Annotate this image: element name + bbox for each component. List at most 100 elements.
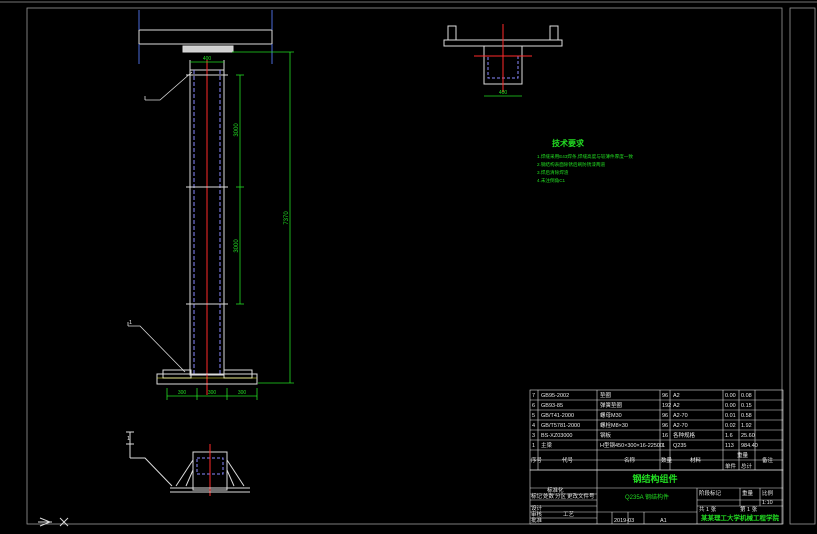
bom-row-3-no: 3 — [532, 433, 535, 439]
row-label-change: 更改文件号 — [567, 492, 595, 500]
bom-header-code: 代号 — [562, 456, 574, 464]
dim-section-width: 400 — [499, 90, 508, 96]
bom-row-4-name: 螺栓M8×30 — [600, 421, 628, 429]
bom-row-4-unit: 0.02 — [725, 423, 736, 429]
cad-drawing-canvas[interactable]: 3000 3000 7370 400 300 300 300 1 400 技术要… — [0, 0, 817, 534]
bom-row-4-code: GB/T5781-2000 — [541, 423, 580, 429]
bom-row-7-qty: 96 — [662, 393, 668, 399]
bom-row-1-code: 主梁 — [541, 441, 553, 449]
scale-label: 比例 — [762, 489, 774, 497]
tech-req-line-3: 3.焊后清除焊渣 — [537, 169, 569, 176]
bom-row-3-code: BS-XZ03000 — [541, 433, 573, 439]
bom-row-1-no: 1 — [532, 443, 535, 449]
part-name: 钢结构组件 — [632, 473, 677, 484]
scale-value: 1:10 — [762, 500, 773, 506]
bom-header-no: 序号 — [531, 456, 543, 464]
bom-row-7-name: 垫圈 — [600, 391, 612, 399]
sheet-number: 第 1 张 — [740, 505, 758, 513]
front-view[interactable]: 3000 3000 7370 400 300 300 300 1 — [127, 10, 294, 400]
bom-row-3-material: 各种规格 — [673, 431, 696, 439]
drawing-date: 2019-03 — [614, 518, 634, 524]
bom-row-5-qty: 96 — [662, 413, 668, 419]
school-name: 某某理工大学机械工程学院 — [701, 513, 780, 522]
bom-row-6-total: 0.15 — [741, 403, 752, 409]
bom-row-5-no: 5 — [532, 413, 535, 419]
dim-base-mid: 300 — [208, 390, 217, 396]
technical-requirements: 技术要求 1.焊缝采用E43焊条,焊缝高度与较薄件厚度一致 2.钢结构表面除锈后… — [537, 138, 633, 184]
bom-row-6-unit: 0.00 — [725, 403, 736, 409]
bom-header-material: 材料 — [690, 456, 702, 464]
bom-row-7-total: 0.08 — [741, 393, 752, 399]
role-process: 工艺 — [563, 511, 575, 518]
leader-mark-2 — [127, 322, 186, 373]
bom-header-name: 名称 — [624, 456, 636, 464]
bom-row-3-name: 钢板 — [600, 431, 612, 439]
column-body — [186, 60, 228, 395]
bom-header-unit: 单件 — [725, 462, 737, 470]
tech-req-line-2: 2.钢结构表面除锈后刷防锈漆两道 — [537, 161, 606, 168]
bom-row-6-qty: 192 — [662, 403, 671, 409]
base-detail-view[interactable] — [126, 431, 250, 496]
bom-row-5-code: GB/T41-2000 — [541, 413, 574, 419]
viewport-frame — [0, 1, 817, 525]
bom-row-6-material: A2 — [673, 403, 680, 409]
designer-label: 标准化 — [547, 486, 564, 494]
tech-req-line-1: 1.焊缝采用E43焊条,焊缝高度与较薄件厚度一致 — [537, 153, 633, 160]
bom-row-6-code: GB93-85 — [541, 403, 563, 409]
mark-label-3: 1 — [127, 436, 130, 442]
title-block-text: 钢结构组件 Q235A 钢结构件 某某理工大学机械工程学院 阶段标记 重量 比例… — [531, 473, 780, 524]
bom-row: 7 GB95-2002 垫圈 96 A2 0.00 0.08 — [532, 391, 752, 399]
bom-row-4-material: A2-70 — [673, 423, 688, 429]
dim-total-height: 7370 — [284, 211, 290, 225]
role-design: 设计 — [531, 504, 543, 512]
bom-row-6-no: 6 — [532, 403, 535, 409]
section-view-top[interactable] — [443, 24, 563, 97]
leader-mark-1 — [144, 71, 193, 101]
stage-label: 阶段标记 — [699, 489, 722, 497]
bom-row: 1 主梁 H型钢450×300×16-22500 1 Q235 113 984.… — [532, 441, 758, 449]
tech-req-line-4: 4.未注倒角C1 — [537, 177, 566, 184]
bom-row-7-unit: 0.00 — [725, 393, 736, 399]
bom-row-4-no: 4 — [532, 423, 535, 429]
bom-row-5-material: A2-70 — [673, 413, 688, 419]
dim-base-left: 300 — [178, 390, 187, 396]
row-label-count: 处数 — [543, 492, 555, 500]
dim-upper-span: 3000 — [234, 123, 240, 137]
bom-row: 3 BS-XZ03000 钢板 16 各种规格 1.6 25.60 — [532, 431, 755, 439]
dim-base-right: 300 — [238, 390, 247, 396]
bom-header-remark: 备注 — [762, 456, 774, 464]
bom-row-4-total: 1.92 — [741, 423, 752, 429]
bom-row: 6 GB93-85 弹簧垫圈 192 A2 0.00 0.15 — [532, 401, 752, 409]
role-approve: 批准 — [531, 516, 543, 524]
bom-row-7-code: GB95-2002 — [541, 393, 569, 399]
weight-label: 重量 — [742, 489, 754, 497]
bom-row-1-qty: 1 — [662, 443, 665, 449]
bom-row: 5 GB/T41-2000 螺母M30 96 A2-70 0.01 0.58 — [532, 411, 752, 419]
bom-row-4-qty: 96 — [662, 423, 668, 429]
bom-row-1-name: H型钢450×300×16-22500 — [600, 441, 663, 449]
tech-req-title: 技术要求 — [552, 138, 585, 148]
bom-row-5-unit: 0.01 — [725, 413, 736, 419]
bom-row-5-total: 0.58 — [741, 413, 752, 419]
sheet-count: 共 1 张 — [699, 505, 717, 513]
paper-format: A1 — [660, 518, 667, 524]
bom-row-7-material: A2 — [673, 393, 680, 399]
bom-row: 4 GB/T5781-2000 螺栓M8×30 96 A2-70 0.02 1.… — [532, 421, 752, 429]
bom-row-3-unit: 1.6 — [725, 433, 733, 439]
dim-lower-span: 3000 — [234, 239, 240, 253]
part-material: Q235A 钢结构件 — [625, 493, 669, 501]
bom-row-7-no: 7 — [532, 393, 535, 399]
role-review: 审核 — [531, 510, 543, 518]
bom-row-1-total: 984.40 — [741, 443, 758, 449]
ucs-axis-icon — [38, 517, 69, 527]
bom-rows: 7 GB95-2002 垫圈 96 A2 0.00 0.08 6 GB93-85… — [531, 391, 774, 470]
row-label-zone: 分区 — [555, 492, 567, 500]
bom-row-3-total: 25.60 — [741, 433, 755, 439]
bom-row-1-material: Q235 — [673, 443, 686, 449]
bom-row-3-qty: 16 — [662, 433, 668, 439]
bom-header-qty: 数量 — [661, 456, 673, 464]
bom-row-5-name: 螺母M30 — [600, 411, 622, 419]
row-label-mark: 标记 — [531, 492, 543, 500]
bom-row-6-name: 弹簧垫圈 — [600, 401, 623, 409]
bom-header-total: 总计 — [741, 462, 753, 470]
